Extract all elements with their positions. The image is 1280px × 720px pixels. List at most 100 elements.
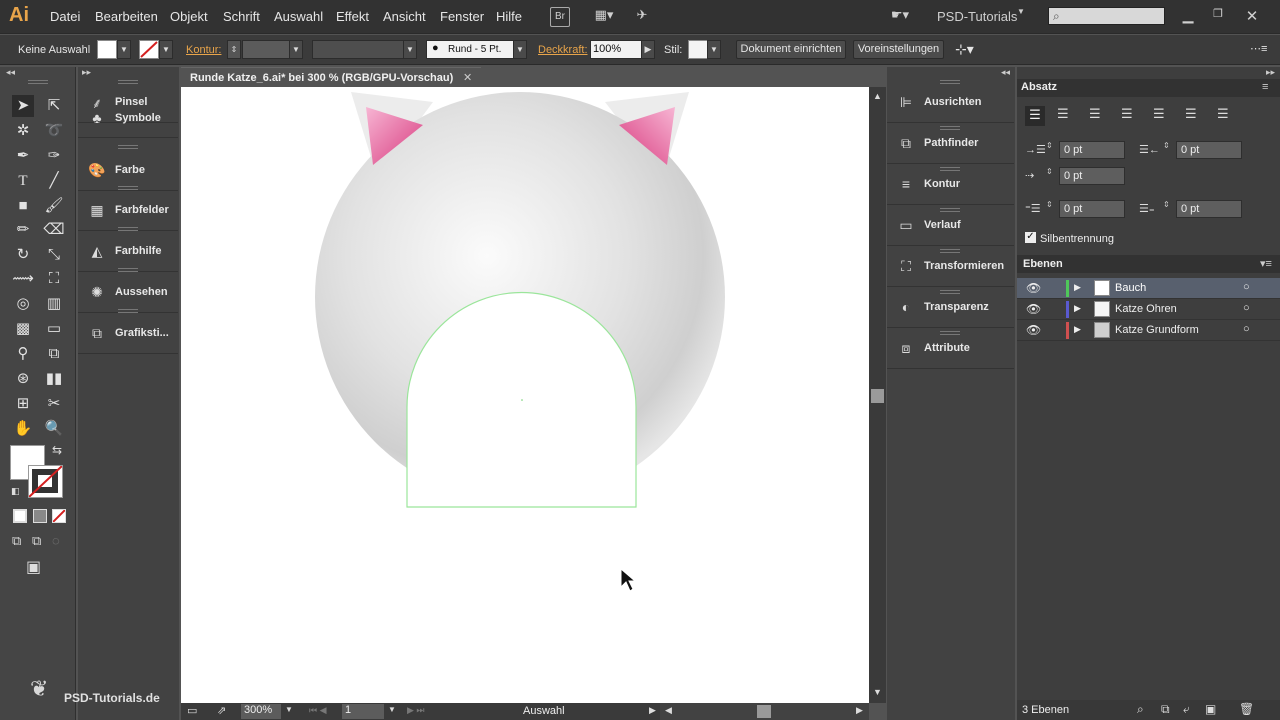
document-setup-button[interactable]: Dokument einrichten	[736, 40, 846, 59]
shape-builder-tool-icon[interactable]: ◎	[12, 293, 34, 315]
fill-dropdown[interactable]: ▼	[117, 40, 131, 59]
profile-dropdown[interactable]: ▼	[403, 40, 417, 59]
panel-menu-icon[interactable]: ⋯≡	[1250, 42, 1267, 55]
preferences-button[interactable]: Voreinstellungen	[853, 40, 944, 59]
arrange-documents-icon[interactable]: ▦▾	[590, 7, 618, 27]
rotate-tool-icon[interactable]: ↻	[12, 244, 34, 266]
horizontal-scrollbar[interactable]: ◀ ▶	[660, 703, 869, 720]
fill-swatch[interactable]	[97, 40, 117, 59]
scroll-down-icon[interactable]: ▼	[873, 687, 882, 697]
curvature-tool-icon[interactable]: ✑	[43, 145, 65, 167]
new-sublayer-icon[interactable]: ⤶	[1183, 702, 1190, 717]
workspace-switcher[interactable]: PSD-Tutorials	[937, 9, 1017, 24]
visibility-eye-icon[interactable]: 👁	[1026, 302, 1041, 316]
layer-name[interactable]: Katze Grundform	[1115, 324, 1199, 336]
target-circle-icon[interactable]: ○	[1243, 281, 1250, 293]
stepper-icon[interactable]: ⇕	[1163, 141, 1170, 150]
eyedropper-tool-icon[interactable]: ⚲	[12, 343, 34, 365]
mesh-tool-icon[interactable]: ▩	[12, 318, 34, 340]
close-tab-icon[interactable]: ✕	[463, 71, 472, 84]
artboard-number-input[interactable]: 1	[342, 704, 384, 719]
graphic-style-dropdown[interactable]: ▼	[707, 40, 721, 59]
stepper-icon[interactable]: ⇕	[1046, 141, 1053, 150]
panel-attribute[interactable]: ⧈ Attribute	[887, 329, 1014, 369]
brush-dropdown[interactable]: ▼	[513, 40, 527, 59]
artboard-dropdown[interactable]: ▼	[388, 705, 396, 714]
scroll-up-icon[interactable]: ▲	[873, 91, 882, 101]
stepper-icon[interactable]: ⇕	[1046, 200, 1053, 209]
stroke-dropdown[interactable]: ▼	[159, 40, 173, 59]
blend-tool-icon[interactable]: ⧉	[43, 343, 65, 365]
search-help-icon[interactable]: ☛▾	[888, 7, 912, 27]
menu-schrift[interactable]: Schrift	[223, 9, 260, 24]
slice-tool-icon[interactable]: ✂	[43, 393, 65, 415]
bridge-button[interactable]: Br	[550, 7, 570, 27]
graphic-style-swatch[interactable]	[688, 40, 708, 59]
stroke-swatch[interactable]	[139, 40, 159, 59]
color-mode-icon[interactable]	[13, 509, 27, 523]
opacity-input[interactable]: 100%	[590, 40, 642, 59]
rectangle-tool-icon[interactable]: ■	[12, 195, 34, 217]
swap-colors-icon[interactable]: ⇆	[52, 443, 62, 457]
artboard-canvas[interactable]	[181, 87, 869, 703]
lasso-tool-icon[interactable]: ➰	[43, 120, 65, 142]
zoom-level-input[interactable]: 300%	[241, 704, 281, 719]
panel-verlauf[interactable]: ▭ Verlauf	[887, 206, 1014, 246]
new-layer-icon[interactable]: ▣	[1205, 702, 1216, 716]
selection-tool-icon[interactable]: ➤	[12, 95, 34, 117]
justify-left-icon[interactable]: ☰	[1121, 106, 1133, 122]
space-after-input[interactable]: 0 pt	[1176, 200, 1242, 218]
eraser-tool-icon[interactable]: ⌫	[43, 219, 65, 241]
draw-inside-icon[interactable]: ◌	[52, 533, 60, 548]
panel-grip[interactable]	[118, 145, 138, 149]
layer-row-bauch[interactable]: 👁 ▶ Bauch ○	[1017, 278, 1280, 299]
arrange-icon[interactable]: ⊹▾	[955, 41, 974, 58]
menu-objekt[interactable]: Objekt	[170, 9, 208, 24]
magic-wand-tool-icon[interactable]: ✲	[12, 120, 34, 142]
first-artboard-icon[interactable]: ⏮ ◀	[309, 705, 327, 716]
panel-farbfelder[interactable]: ▦ Farbfelder	[78, 191, 178, 231]
share-icon[interactable]: ⇗	[217, 704, 226, 717]
scroll-thumb[interactable]	[871, 389, 884, 403]
panel-grip[interactable]	[118, 227, 138, 231]
screen-mode-icon[interactable]: ▣	[26, 557, 41, 577]
space-before-input[interactable]: 0 pt	[1059, 200, 1125, 218]
trash-icon[interactable]: 🗑	[1239, 702, 1254, 716]
scroll-left-icon[interactable]: ◀	[665, 705, 672, 716]
layer-name[interactable]: Katze Ohren	[1115, 303, 1177, 315]
next-artboard-icon[interactable]: ▶ ⏭	[407, 705, 425, 716]
scale-tool-icon[interactable]: ⤡	[43, 244, 65, 266]
indent-right-input[interactable]: 0 pt	[1176, 141, 1242, 159]
artboard-tool-icon[interactable]: ⊞	[12, 393, 34, 415]
perspective-grid-tool-icon[interactable]: ▥	[43, 293, 65, 315]
panel-symbole[interactable]: ♣ Symbole	[78, 110, 178, 138]
draw-behind-icon[interactable]: ⧉	[32, 533, 41, 549]
close-icon[interactable]: ✕	[1244, 7, 1260, 27]
panel-grafikstile[interactable]: ⧉ Grafiksti...	[78, 314, 178, 354]
document-tab[interactable]: Runde Katze_6.ai* bei 300 % (RGB/GPU-Vor…	[181, 67, 481, 87]
panel-transformieren[interactable]: ⛶ Transformieren	[887, 247, 1014, 287]
justify-center-icon[interactable]: ☰	[1153, 106, 1165, 122]
type-tool-icon[interactable]: T	[12, 170, 34, 192]
maximize-icon[interactable]: ❐	[1210, 7, 1226, 27]
pen-tool-icon[interactable]: ✒	[12, 145, 34, 167]
none-mode-icon[interactable]	[52, 509, 66, 523]
layer-name[interactable]: Bauch	[1115, 282, 1146, 294]
stroke-weight-input[interactable]	[242, 40, 290, 59]
gpu-preview-icon[interactable]: ▭	[187, 704, 197, 717]
collapse-icon[interactable]: ◂◂	[6, 67, 15, 78]
hand-tool-icon[interactable]: ✋	[12, 418, 34, 440]
menu-effekt[interactable]: Effekt	[336, 9, 369, 24]
brush-definition[interactable]: ● Rund - 5 Pt.	[426, 40, 514, 59]
menu-bearbeiten[interactable]: Bearbeiten	[95, 9, 158, 24]
visibility-eye-icon[interactable]: 👁	[1026, 323, 1041, 337]
line-tool-icon[interactable]: ╱	[43, 170, 65, 192]
gradient-mode-icon[interactable]	[33, 509, 47, 523]
collapse-icon[interactable]: ◂◂	[1001, 67, 1010, 78]
opacity-label[interactable]: Deckkraft:	[538, 44, 588, 56]
stroke-weight-dropdown[interactable]: ▼	[289, 40, 303, 59]
menu-datei[interactable]: Datei	[50, 9, 80, 24]
stroke-weight-stepper[interactable]: ⇕	[227, 40, 241, 59]
free-transform-tool-icon[interactable]: ⛶	[43, 268, 65, 290]
symbol-sprayer-tool-icon[interactable]: ⊛	[12, 368, 34, 390]
